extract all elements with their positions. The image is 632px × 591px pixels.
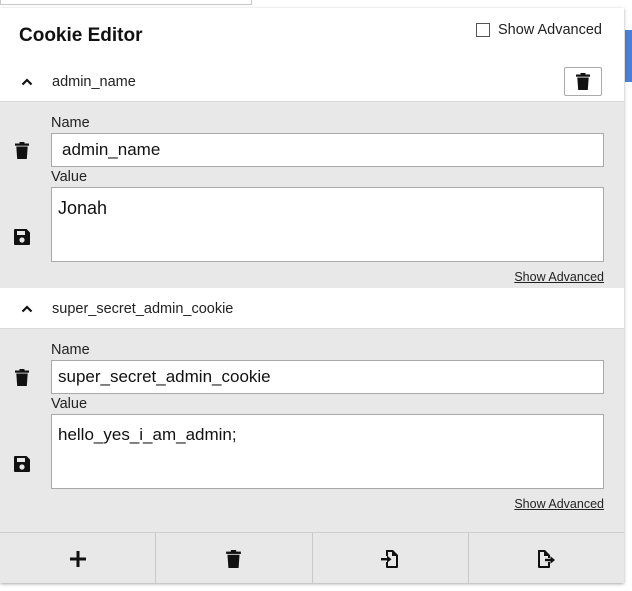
popup-header: Cookie Editor Show Advanced xyxy=(0,8,624,63)
cookie-editor-popup: Cookie Editor Show Advanced admin_name N… xyxy=(0,8,624,583)
export-button[interactable] xyxy=(469,533,624,583)
footer-toolbar xyxy=(0,532,624,583)
delete-cookie-button[interactable] xyxy=(564,67,602,96)
show-advanced-link[interactable]: Show Advanced xyxy=(514,270,604,284)
value-field[interactable]: Jonah xyxy=(51,187,604,262)
cookie-header-admin-name[interactable]: admin_name xyxy=(0,62,624,102)
save-icon[interactable] xyxy=(12,454,32,474)
export-icon xyxy=(537,549,556,568)
show-advanced-toggle[interactable]: Show Advanced xyxy=(476,22,602,38)
add-cookie-button[interactable] xyxy=(0,533,157,583)
cookie-title: super_secret_admin_cookie xyxy=(52,301,234,317)
name-label: Name xyxy=(51,342,90,358)
chevron-up-icon[interactable] xyxy=(18,73,36,91)
cookie-title: admin_name xyxy=(52,74,136,90)
show-advanced-checkbox[interactable] xyxy=(476,23,490,37)
save-icon[interactable] xyxy=(12,227,32,247)
value-label: Value xyxy=(51,169,88,185)
cookie-header-super-secret-admin-cookie[interactable]: super_secret_admin_cookie xyxy=(0,289,624,329)
value-field[interactable]: hello_yes_i_am_admin; xyxy=(51,414,604,489)
chevron-up-icon[interactable] xyxy=(18,300,36,318)
trash-icon[interactable] xyxy=(12,367,32,387)
value-label: Value xyxy=(51,396,88,412)
plus-icon xyxy=(69,550,86,567)
trash-icon xyxy=(576,73,590,90)
cookie-body-super-secret-admin-cookie: Name super_secret_admin_cookie Value hel… xyxy=(0,329,624,532)
delete-all-button[interactable] xyxy=(156,533,313,583)
name-field[interactable]: admin_name xyxy=(51,133,604,167)
background-scrollbar xyxy=(625,30,632,82)
name-label: Name xyxy=(51,115,90,131)
trash-icon[interactable] xyxy=(12,140,32,160)
import-icon xyxy=(381,549,399,568)
trash-icon xyxy=(226,549,242,568)
background-address-bar xyxy=(0,0,252,5)
cookie-body-admin-name: Name admin_name Value Jonah Show Advance… xyxy=(0,102,624,288)
name-field[interactable]: super_secret_admin_cookie xyxy=(51,360,604,394)
page-title: Cookie Editor xyxy=(19,25,143,46)
import-button[interactable] xyxy=(313,533,469,583)
show-advanced-label: Show Advanced xyxy=(498,22,602,38)
show-advanced-link[interactable]: Show Advanced xyxy=(514,497,604,511)
